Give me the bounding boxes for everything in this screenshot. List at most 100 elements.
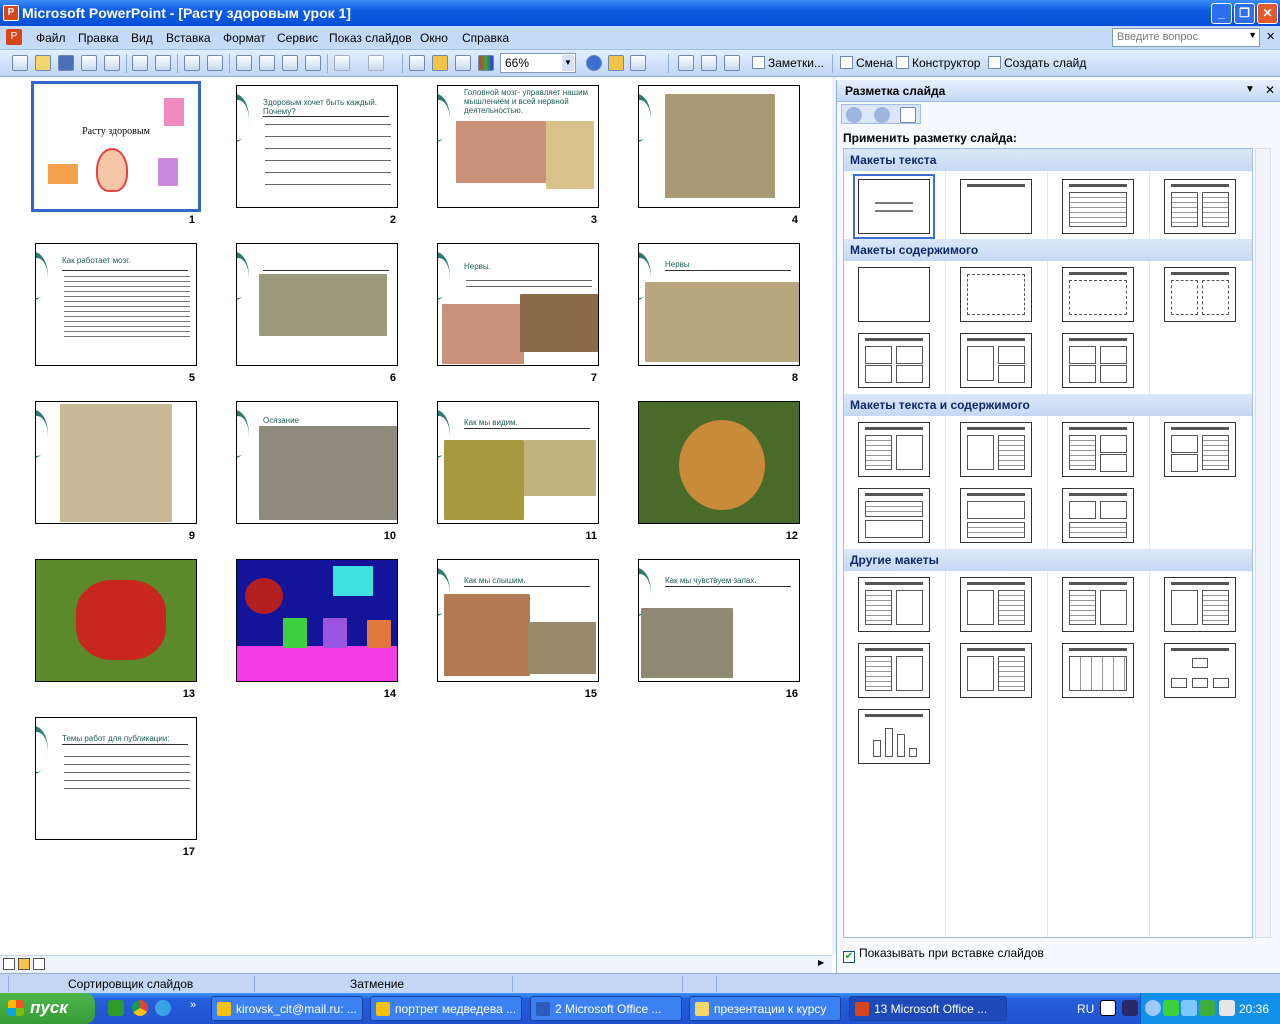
slide-thumb-10[interactable]: Осязание xyxy=(236,401,398,524)
slide-thumb-9[interactable] xyxy=(35,401,197,524)
new-slide-button[interactable]: Создать слайд xyxy=(988,56,1086,70)
slide-sorter-view-icon[interactable] xyxy=(18,958,30,970)
minimize-button[interactable]: _ xyxy=(1211,3,1232,24)
powerpoint-icon[interactable]: P xyxy=(3,5,19,21)
tray-expand-icon[interactable] xyxy=(1145,1000,1161,1016)
task-office-group-1[interactable]: 2 Microsoft Office ... xyxy=(530,996,682,1021)
layout-title-content[interactable] xyxy=(1062,267,1134,322)
monitor-icon[interactable] xyxy=(1181,1000,1197,1016)
volume-icon[interactable] xyxy=(1122,1000,1138,1016)
chrome-icon[interactable] xyxy=(132,1000,148,1016)
layout-title-slide[interactable] xyxy=(853,174,935,239)
color-grayscale-icon[interactable] xyxy=(478,55,494,71)
task-folder[interactable]: презентации к курсу xyxy=(689,996,841,1021)
layout-two-content[interactable] xyxy=(1164,267,1236,322)
layout-content-text[interactable] xyxy=(960,422,1032,477)
layout-text-two-content[interactable] xyxy=(1062,422,1134,477)
layout-blank[interactable] xyxy=(858,267,930,322)
cut-icon[interactable] xyxy=(236,55,252,71)
chevron-down-icon[interactable]: ▼ xyxy=(562,55,574,71)
network-icon[interactable] xyxy=(1163,1000,1179,1016)
summary-slide-icon[interactable] xyxy=(724,55,740,71)
slide-thumb-14[interactable] xyxy=(236,559,398,682)
layout-title-only[interactable] xyxy=(960,179,1032,234)
forward-icon[interactable] xyxy=(874,107,890,123)
layout-media-text[interactable] xyxy=(960,643,1032,698)
ask-question-input[interactable]: Введите вопрос ▼ xyxy=(1112,28,1260,47)
layout-text-clipart[interactable] xyxy=(858,577,930,632)
task-mail[interactable]: kirovsk_cit@mail.ru: ... xyxy=(211,996,363,1021)
ru-keyboard-icon[interactable] xyxy=(1199,1000,1215,1016)
slide-thumb-17[interactable]: Темы работ для публикации: xyxy=(35,717,197,840)
layout-text-chart[interactable] xyxy=(1062,577,1134,632)
undo-icon[interactable] xyxy=(334,55,350,71)
menu-window[interactable]: Окно xyxy=(420,31,448,45)
slide-thumb-1[interactable]: Расту здоровым xyxy=(31,81,201,212)
start-button[interactable]: пуск xyxy=(0,993,95,1024)
layout-text-content[interactable] xyxy=(858,422,930,477)
layout-table[interactable] xyxy=(1062,643,1134,698)
research-icon[interactable] xyxy=(207,55,223,71)
permission-icon[interactable] xyxy=(81,55,97,71)
back-icon[interactable] xyxy=(846,107,862,123)
paste-icon[interactable] xyxy=(282,55,298,71)
close-document-icon[interactable]: ✕ xyxy=(1266,30,1275,43)
copy-icon[interactable] xyxy=(259,55,275,71)
security-icon[interactable] xyxy=(1219,1000,1235,1016)
menu-edit[interactable]: Правка xyxy=(78,31,119,45)
menu-tools[interactable]: Сервис xyxy=(277,31,318,45)
sorter-horizontal-scrollbar[interactable]: ▶ xyxy=(0,955,832,973)
home-icon[interactable] xyxy=(900,107,916,123)
subscript-icon[interactable] xyxy=(608,55,624,71)
layout-title-four-content[interactable] xyxy=(858,333,930,388)
chevron-down-icon[interactable]: ▼ xyxy=(1248,30,1257,40)
slide-thumb-3[interactable]: Головной мозг- управляет нашим мышлением… xyxy=(437,85,599,208)
pane-close-icon[interactable]: ✕ xyxy=(1265,83,1275,97)
menu-format[interactable]: Формат xyxy=(223,31,266,45)
document-icon[interactable]: P xyxy=(6,29,22,45)
menu-help[interactable]: Справка xyxy=(462,31,509,45)
close-button[interactable]: ✕ xyxy=(1257,3,1278,24)
menu-file[interactable]: Файл xyxy=(36,31,66,45)
rehearse-icon[interactable] xyxy=(701,55,717,71)
save-icon[interactable] xyxy=(58,55,74,71)
layout-title-text[interactable] xyxy=(1062,179,1134,234)
slide-thumb-13[interactable] xyxy=(35,559,197,682)
zoom-select[interactable]: 66% ▼ xyxy=(500,53,576,73)
layout-chart[interactable] xyxy=(858,709,930,764)
show-formatting-icon[interactable] xyxy=(432,55,448,71)
scroll-right-icon[interactable]: ▶ xyxy=(818,958,830,970)
task-office-group-2[interactable]: 13 Microsoft Office ... xyxy=(849,996,1007,1021)
slide-thumb-5[interactable]: Как работает мозг. xyxy=(35,243,197,366)
spelling-icon[interactable] xyxy=(184,55,200,71)
language-indicator[interactable]: RU xyxy=(1077,1002,1094,1016)
menu-view[interactable]: Вид xyxy=(131,31,153,45)
slide-thumb-7[interactable]: Нервы. xyxy=(437,243,599,366)
print-preview-icon[interactable] xyxy=(155,55,171,71)
layout-two-column-text[interactable] xyxy=(1164,179,1236,234)
layout-text-media[interactable] xyxy=(858,643,930,698)
slide-thumb-15[interactable]: Как мы слышим. xyxy=(437,559,599,682)
slide-thumb-16[interactable]: Как мы чувствуем запах. xyxy=(638,559,800,682)
layout-chart-text[interactable] xyxy=(1164,577,1236,632)
redo-icon[interactable] xyxy=(368,55,384,71)
slide-thumb-12[interactable] xyxy=(638,401,800,524)
layout-org-chart[interactable] xyxy=(1164,643,1236,698)
open-icon[interactable] xyxy=(35,55,51,71)
email-icon[interactable] xyxy=(104,55,120,71)
normal-view-icon[interactable] xyxy=(3,958,15,970)
show-on-insert-checkbox[interactable]: ✔ Показывать при вставке слайдов xyxy=(843,946,1044,963)
checkmark-icon[interactable]: ✔ xyxy=(843,951,855,963)
expand-icon[interactable] xyxy=(409,55,425,71)
slide-thumb-8[interactable]: Нервы xyxy=(638,243,800,366)
layout-content-over-text[interactable] xyxy=(960,488,1032,543)
layout-two-content-text[interactable] xyxy=(1164,422,1236,477)
print-icon[interactable] xyxy=(132,55,148,71)
slideshow-view-icon[interactable] xyxy=(33,958,45,970)
layout-two-content-over-text[interactable] xyxy=(1062,488,1134,543)
layout-content-two-stacked[interactable] xyxy=(960,333,1032,388)
slide-thumb-6[interactable] xyxy=(236,243,398,366)
maximize-button[interactable]: ❐ xyxy=(1234,3,1255,24)
pane-scrollbar[interactable] xyxy=(1255,148,1271,938)
new-icon[interactable] xyxy=(12,55,28,71)
